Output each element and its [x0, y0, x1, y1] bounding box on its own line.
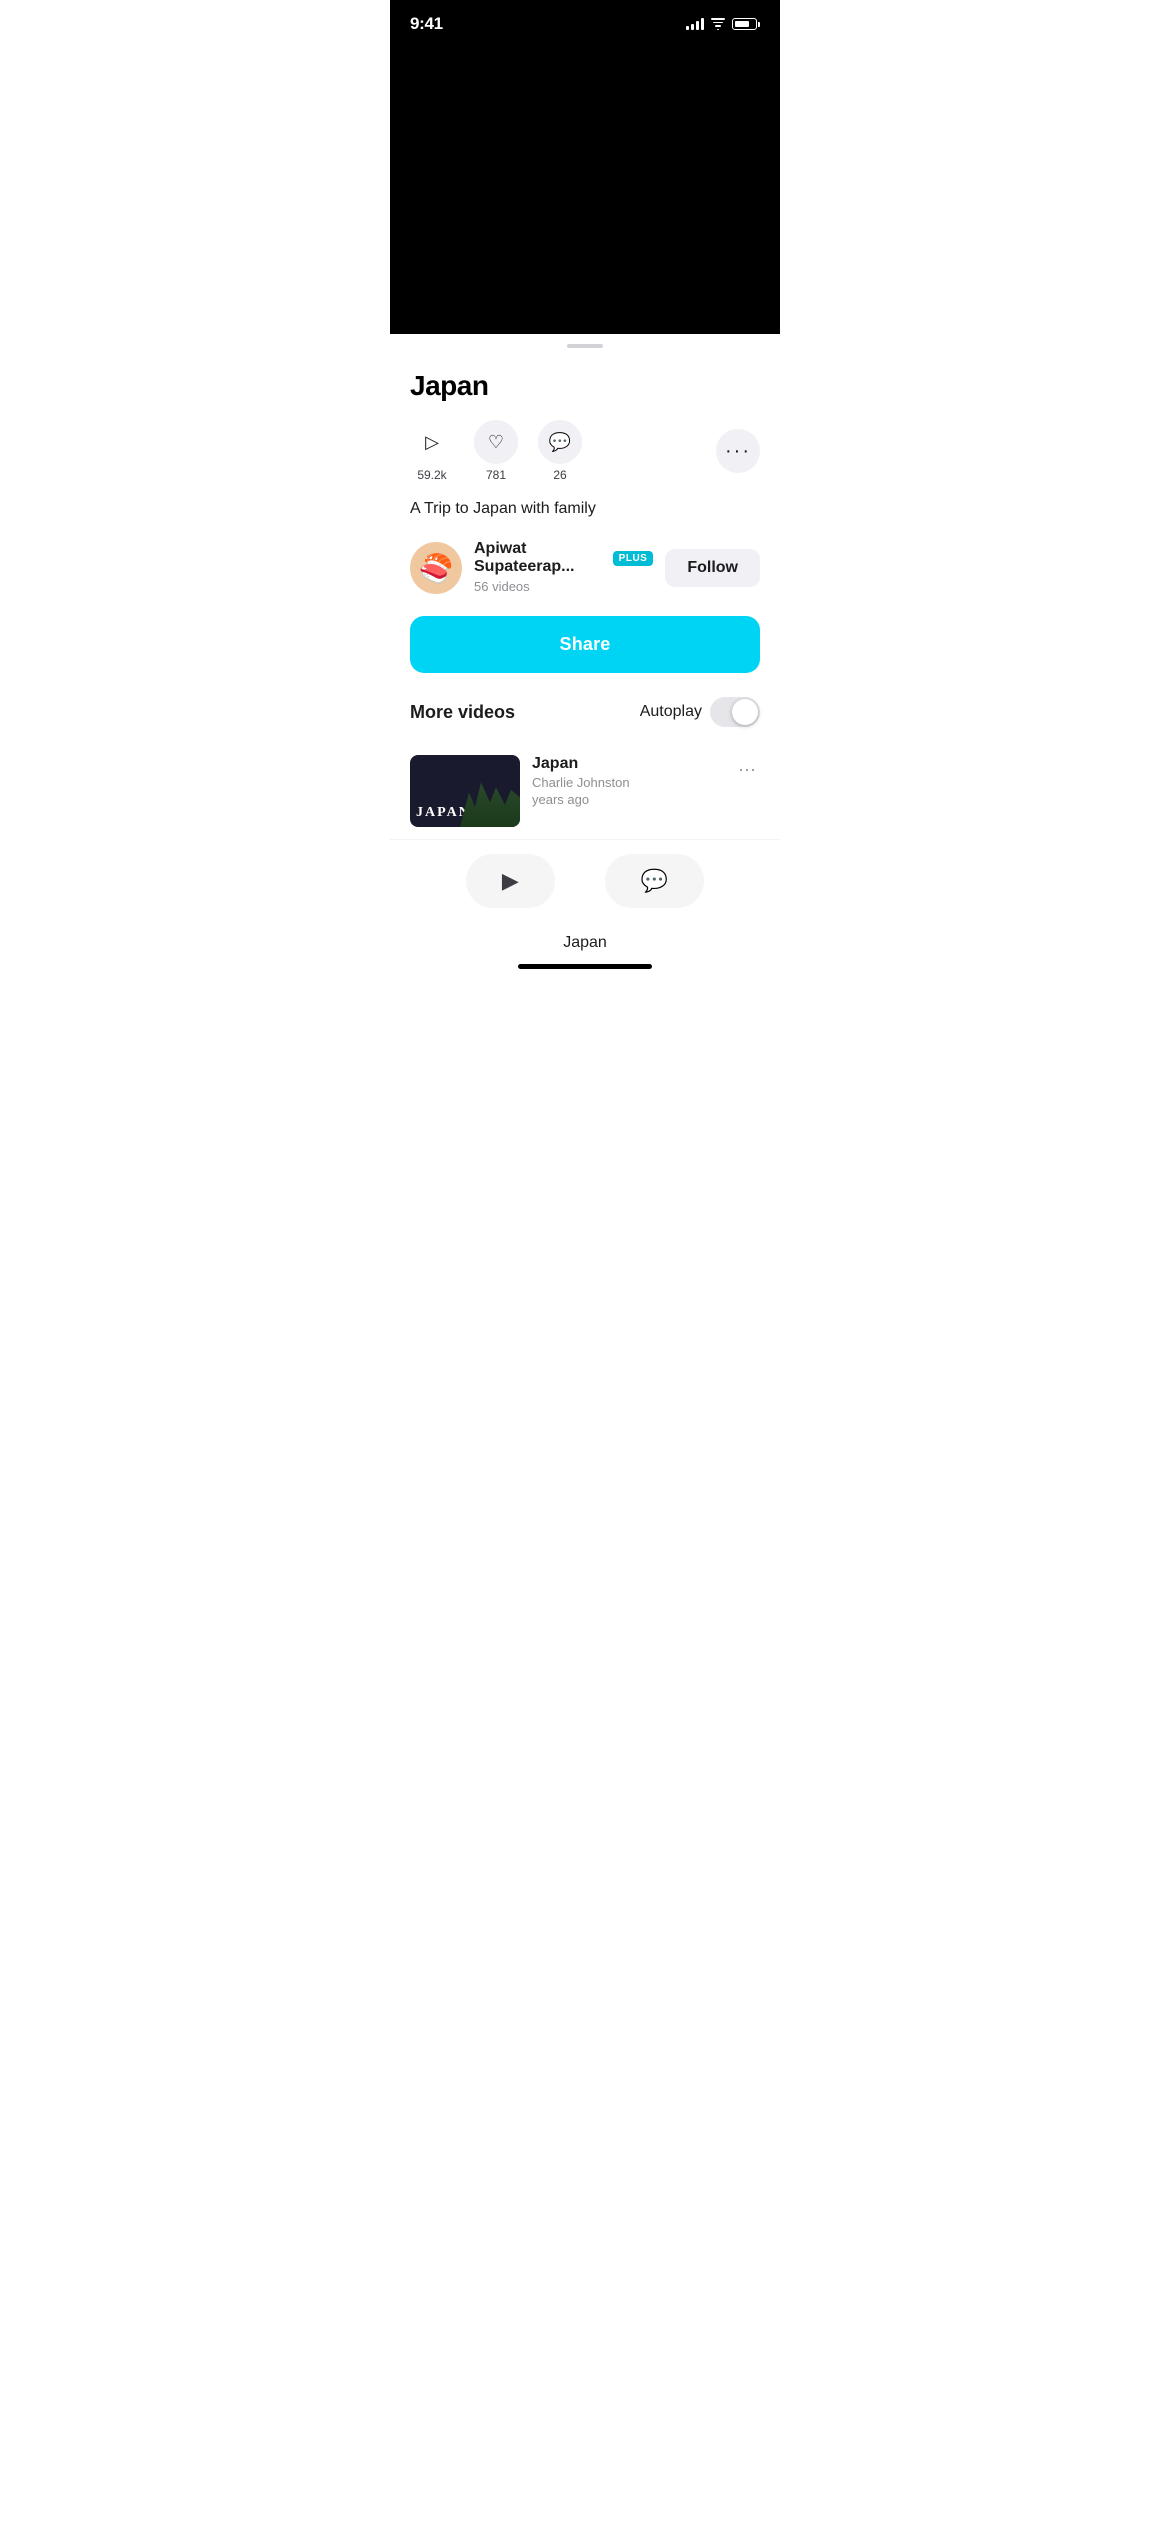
comment-count: 26 — [553, 468, 566, 482]
play-icon-wrap: ▷ — [410, 420, 454, 464]
toggle-knob — [732, 699, 758, 725]
video-item-title: Japan — [532, 755, 722, 773]
share-button[interactable]: Share — [410, 616, 760, 673]
video-item-meta: years ago — [532, 792, 722, 807]
video-item-info: Japan Charlie Johnston years ago — [532, 755, 722, 807]
video-title: Japan — [410, 370, 760, 402]
more-dots-icon: ··· — [725, 441, 751, 461]
status-icons — [686, 18, 760, 30]
status-time: 9:41 — [410, 14, 443, 34]
avatar[interactable]: 🍣 — [410, 542, 462, 594]
comment-icon-wrap: 💬 — [538, 420, 582, 464]
author-video-count: 56 videos — [474, 579, 530, 594]
autoplay-label: Autoplay — [640, 703, 702, 721]
video-player[interactable] — [390, 44, 780, 334]
play-count: 59.2k — [417, 468, 446, 482]
more-videos-header: More videos Autoplay — [410, 697, 760, 727]
status-bar: 9:41 — [390, 0, 780, 44]
comment-tab-icon: 💬 — [641, 868, 668, 894]
main-content: Japan ▷ 59.2k ♡ 781 💬 26 ··· A Trip to J… — [390, 354, 780, 697]
video-list-item[interactable]: JAPAN Japan Charlie Johnston years ago ·… — [390, 743, 780, 840]
autoplay-row: Autoplay — [640, 697, 760, 727]
video-item-author: Charlie Johnston — [532, 775, 722, 790]
author-name: Apiwat Supateerap... — [474, 540, 605, 576]
author-name-row: Apiwat Supateerap... PLUS — [474, 540, 653, 576]
battery-icon — [732, 18, 760, 30]
wifi-icon — [710, 18, 726, 30]
like-count: 781 — [486, 468, 506, 482]
play-tab-button[interactable]: ▶ — [466, 854, 555, 908]
signal-icon — [686, 18, 704, 30]
home-indicator — [390, 956, 780, 979]
more-videos-title: More videos — [410, 702, 515, 723]
thumbnail-trees — [460, 777, 520, 827]
play-stat: ▷ 59.2k — [410, 420, 454, 482]
author-row: 🍣 Apiwat Supateerap... PLUS 56 videos Fo… — [410, 540, 760, 596]
bottom-tab-bar: ▶ 💬 — [390, 840, 780, 928]
video-item-more-icon[interactable]: ··· — [734, 755, 760, 784]
autoplay-toggle[interactable] — [710, 697, 760, 727]
play-icon: ▷ — [425, 432, 439, 453]
play-tab-icon: ▶ — [502, 868, 519, 894]
comment-tab-button[interactable]: 💬 — [605, 854, 704, 908]
more-videos-section: More videos Autoplay — [390, 697, 780, 727]
drag-handle — [567, 344, 603, 348]
heart-icon: ♡ — [488, 432, 504, 453]
comment-stat[interactable]: 💬 26 — [538, 420, 582, 482]
drag-handle-wrap — [390, 334, 780, 354]
comment-icon: 💬 — [549, 432, 571, 453]
video-thumbnail: JAPAN — [410, 755, 520, 827]
video-description: A Trip to Japan with family — [410, 498, 760, 520]
author-info: Apiwat Supateerap... PLUS 56 videos — [474, 540, 653, 596]
follow-button[interactable]: Follow — [665, 549, 760, 587]
like-stat[interactable]: ♡ 781 — [474, 420, 518, 482]
like-icon-wrap: ♡ — [474, 420, 518, 464]
stats-row: ▷ 59.2k ♡ 781 💬 26 ··· — [410, 420, 760, 482]
bottom-title: Japan — [390, 928, 780, 956]
avatar-emoji: 🍣 — [419, 552, 454, 585]
plus-badge: PLUS — [613, 551, 654, 566]
more-options-button[interactable]: ··· — [716, 429, 760, 473]
home-bar — [518, 964, 652, 969]
